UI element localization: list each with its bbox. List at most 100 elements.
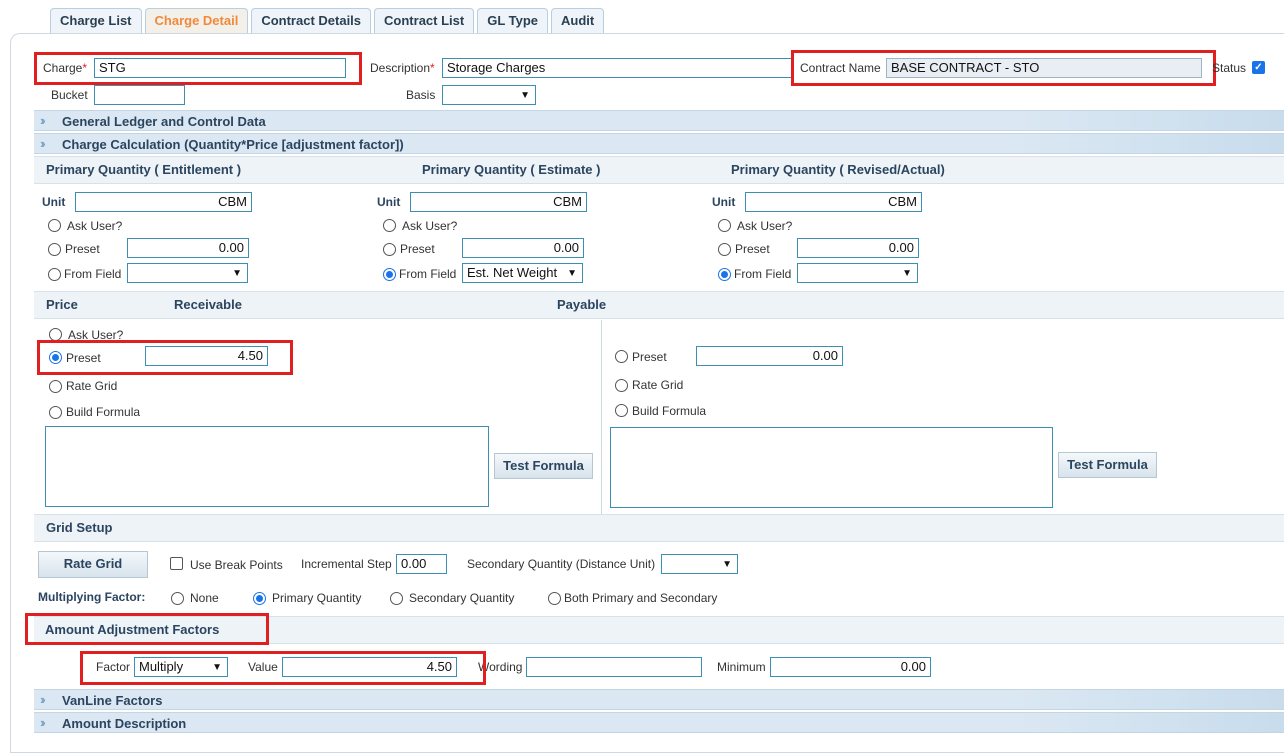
rate-grid-label: Rate Grid xyxy=(632,378,684,392)
status-label: Status xyxy=(1212,61,1247,75)
preset-radio[interactable] xyxy=(383,243,396,256)
test-formula-button[interactable]: Test Formula xyxy=(1058,452,1157,478)
from-field-select-entitlement[interactable]: ▼ xyxy=(127,263,248,283)
grid-setup-title: Grid Setup xyxy=(46,520,113,535)
highlight-charge xyxy=(34,52,362,85)
use-break-points-label: Use Break Points xyxy=(190,558,283,572)
grid-setup-header xyxy=(34,514,1284,542)
description-label: Description* xyxy=(370,61,435,75)
build-formula-radio[interactable] xyxy=(49,406,62,419)
minimum-input[interactable]: 0.00 xyxy=(770,657,931,677)
section-title: Charge Calculation (Quantity*Price [adju… xyxy=(62,137,404,152)
from-field-radio[interactable] xyxy=(718,268,731,281)
tab-charge-list[interactable]: Charge List xyxy=(50,8,142,34)
double-chevron-icon: ›› xyxy=(40,136,45,151)
rate-grid-label: Rate Grid xyxy=(66,379,118,393)
description-input[interactable]: Storage Charges xyxy=(442,58,792,78)
secondary-quantity-label: Secondary Quantity (Distance Unit) xyxy=(467,557,656,571)
ask-user-radio[interactable] xyxy=(48,219,61,232)
section-title: VanLine Factors xyxy=(62,693,163,708)
tab-contract-list[interactable]: Contract List xyxy=(374,8,475,34)
unit-label: Unit xyxy=(377,195,401,209)
rate-grid-radio[interactable] xyxy=(615,379,628,392)
price-divider xyxy=(601,320,602,516)
rate-grid-button[interactable]: Rate Grid xyxy=(38,551,148,578)
qty-revised-title: Primary Quantity ( Revised/Actual) xyxy=(731,162,945,177)
incremental-step-input[interactable]: 0.00 xyxy=(396,554,447,574)
test-formula-button[interactable]: Test Formula xyxy=(494,453,593,479)
price-label: Price xyxy=(46,297,78,312)
double-chevron-icon: ›› xyxy=(40,715,45,730)
unit-input-revised[interactable]: CBM xyxy=(745,192,922,212)
bucket-input[interactable] xyxy=(94,85,185,105)
mf-none-label: None xyxy=(190,591,219,605)
use-break-points-checkbox[interactable] xyxy=(170,557,183,570)
ask-user-label: Ask User? xyxy=(67,219,123,233)
tab-charge-detail[interactable]: Charge Detail xyxy=(144,8,249,34)
from-field-label: From Field xyxy=(64,267,122,281)
incremental-step-label: Incremental Step xyxy=(301,557,392,571)
minimum-label: Minimum xyxy=(717,660,766,674)
chevron-down-icon: ▼ xyxy=(902,268,912,279)
payable-preset-input[interactable]: 0.00 xyxy=(696,346,843,366)
from-field-label: From Field xyxy=(734,267,792,281)
highlight-factor-value xyxy=(80,651,486,685)
highlight-amount-adjustment xyxy=(25,613,269,645)
chevron-down-icon: ▼ xyxy=(520,90,530,101)
preset-radio[interactable] xyxy=(48,243,61,256)
mf-both-label: Both Primary and Secondary xyxy=(564,591,718,605)
section-vanline-factors[interactable]: ›› VanLine Factors xyxy=(34,689,1284,710)
preset-label: Preset xyxy=(735,242,770,256)
tab-audit[interactable]: Audit xyxy=(551,8,605,34)
highlight-receivable-preset xyxy=(37,340,293,375)
mf-none-radio[interactable] xyxy=(171,592,184,605)
payable-label: Payable xyxy=(557,297,607,312)
preset-input-estimate[interactable]: 0.00 xyxy=(462,238,584,258)
build-formula-radio[interactable] xyxy=(615,404,628,417)
preset-label: Preset xyxy=(65,242,100,256)
payable-preset-radio[interactable] xyxy=(615,350,628,363)
mf-primary-label: Primary Quantity xyxy=(272,591,362,605)
section-general-ledger[interactable]: ›› General Ledger and Control Data xyxy=(34,110,1284,131)
section-amount-description[interactable]: ›› Amount Description xyxy=(34,712,1284,733)
preset-radio[interactable] xyxy=(718,243,731,256)
qty-entitlement-title: Primary Quantity ( Entitlement ) xyxy=(46,162,242,177)
basis-label: Basis xyxy=(406,88,436,102)
tab-contract-details[interactable]: Contract Details xyxy=(251,8,372,34)
section-title: General Ledger and Control Data xyxy=(62,114,266,129)
from-field-select-revised[interactable]: ▼ xyxy=(797,263,918,283)
from-field-select-estimate[interactable]: Est. Net Weight ▼ xyxy=(462,263,583,283)
ask-user-radio[interactable] xyxy=(383,219,396,232)
highlight-contract-name xyxy=(791,50,1216,86)
ask-user-radio[interactable] xyxy=(718,219,731,232)
preset-input-entitlement[interactable]: 0.00 xyxy=(127,238,249,258)
payable-formula-textarea[interactable] xyxy=(610,427,1053,508)
from-field-radio[interactable] xyxy=(383,268,396,281)
rate-grid-radio[interactable] xyxy=(49,380,62,393)
mf-secondary-label: Secondary Quantity xyxy=(409,591,515,605)
chevron-down-icon: ▼ xyxy=(567,268,577,279)
ask-user-label: Ask User? xyxy=(737,219,793,233)
tab-gl-type[interactable]: GL Type xyxy=(477,8,549,34)
status-checkbox[interactable]: ✓ xyxy=(1252,61,1265,74)
mf-secondary-radio[interactable] xyxy=(390,592,403,605)
receivable-label: Receivable xyxy=(174,297,242,312)
mf-primary-radio[interactable] xyxy=(253,592,266,605)
secondary-quantity-select[interactable]: ▼ xyxy=(661,554,738,574)
section-title: Amount Description xyxy=(62,716,187,731)
chevron-down-icon: ▼ xyxy=(722,559,732,570)
double-chevron-icon: ›› xyxy=(40,113,45,128)
mf-both-radio[interactable] xyxy=(548,592,561,605)
from-field-radio[interactable] xyxy=(48,268,61,281)
receivable-formula-textarea[interactable] xyxy=(45,426,489,507)
section-charge-calculation[interactable]: ›› Charge Calculation (Quantity*Price [ad… xyxy=(34,133,1284,154)
wording-input[interactable] xyxy=(526,657,702,677)
preset-label: Preset xyxy=(632,350,667,364)
double-chevron-icon: ›› xyxy=(40,692,45,707)
preset-input-revised[interactable]: 0.00 xyxy=(797,238,919,258)
basis-select[interactable]: ▼ xyxy=(442,85,536,105)
tab-bar: Charge List Charge Detail Contract Detai… xyxy=(50,8,605,34)
unit-input-estimate[interactable]: CBM xyxy=(410,192,587,212)
bucket-label: Bucket xyxy=(51,88,88,102)
unit-input-entitlement[interactable]: CBM xyxy=(75,192,252,212)
